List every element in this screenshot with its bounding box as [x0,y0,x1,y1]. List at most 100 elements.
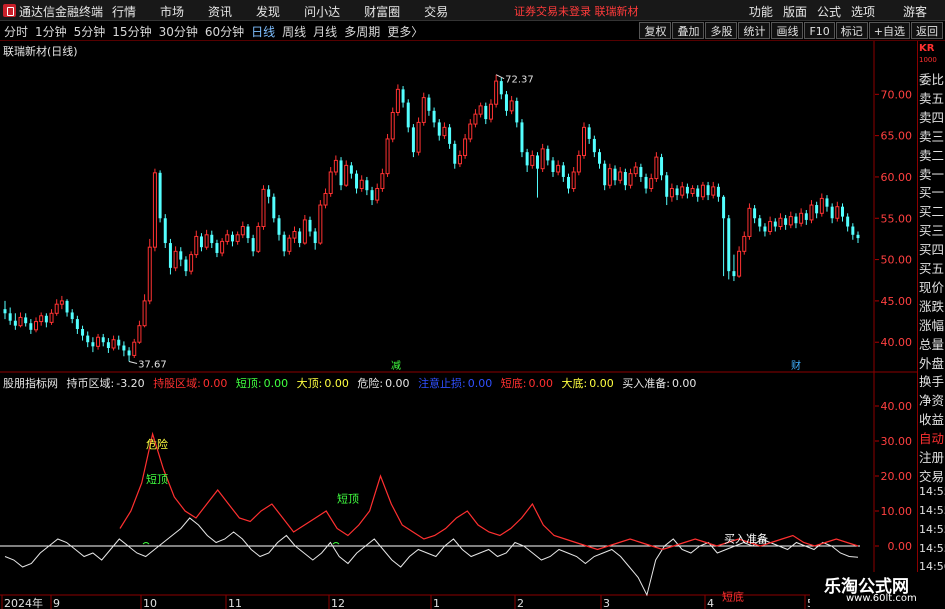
side-item-10[interactable]: 买五 [919,258,945,277]
menu-item-layout[interactable]: 版面 [783,3,807,20]
statistics-button[interactable]: 统计 [738,22,771,39]
candle-body-149 [773,221,777,227]
menu-item-discover[interactable]: 发现 [256,3,280,20]
mark-button[interactable]: 标记 [835,22,868,39]
tab-1min[interactable]: 1分钟 [35,23,67,40]
candle-body-0 [3,309,7,314]
ind-field-4-value: 0.00 [385,377,410,390]
candle-body-164 [851,226,855,235]
candle-body-77 [401,89,405,103]
candle-body-47 [246,226,250,239]
candle-body-33 [173,250,178,269]
side-item-9[interactable]: 买四 [919,239,945,258]
side-item-6[interactable]: 买一 [919,182,945,201]
candle-body-58 [302,219,307,244]
f10-button[interactable]: F10 [804,22,835,39]
side-item-16[interactable]: 换手 [919,371,945,390]
menu-item-wealth[interactable]: 财富圈 [364,3,400,20]
candle-body-29 [152,172,157,248]
side-item-8[interactable]: 买三 [919,220,945,239]
menu-item-options[interactable]: 选项 [851,3,875,20]
candle-body-150 [778,217,783,228]
candle-body-129 [669,188,674,198]
menu-item-market[interactable]: 行情 [112,3,136,20]
xaxis-label-5: 1 [433,597,440,609]
xaxis-label-3: 11 [228,597,242,609]
tab-5min[interactable]: 5分钟 [74,23,106,40]
candle-body-5 [29,323,33,330]
adjust-button[interactable]: 复权 [639,22,672,39]
ind-field-7: 大底: 0.00 [562,377,614,390]
ann-danger: 危险 [146,437,168,451]
candle-body-151 [784,218,788,225]
ann-short-top-2: 短顶 [337,491,359,505]
candle-body-35 [184,259,188,272]
candle-body-11 [59,300,64,305]
candle-body-140 [727,218,731,272]
tab-monthly[interactable]: 月线 [313,23,337,40]
tab-30min[interactable]: 30分钟 [159,23,198,40]
side-item-17[interactable]: 净资 [919,390,945,409]
candle-body-3 [18,316,23,327]
side-item-19[interactable]: 自动 [919,428,945,447]
side-item-14[interactable]: 总量 [919,334,945,353]
candle-body-42 [220,240,225,254]
side-item-22[interactable]: 14:55 [919,485,945,498]
side-item-18[interactable]: 收益 [919,409,945,428]
side-item-11[interactable]: 现价 [919,277,945,296]
candle-body-55 [287,237,292,252]
candle-body-84 [437,122,441,136]
price-tick-label-3: 55.00 [881,212,913,225]
candle-body-126 [654,156,659,180]
menu-item-markets[interactable]: 市场 [160,3,184,20]
side-item-5[interactable]: 卖一 [919,164,945,183]
tab-15min[interactable]: 15分钟 [112,23,151,40]
side-item-15[interactable]: 外盘 [919,353,945,372]
add-watchlist-button[interactable]: +自选 [868,22,910,39]
xaxis-label-6: 2 [517,597,524,609]
side-item-23[interactable]: 14:55 [919,504,945,517]
side-item-3[interactable]: 卖三 [919,126,945,145]
draw-line-button[interactable]: 画线 [771,22,804,39]
side-item-0[interactable]: 委比 [919,69,945,88]
side-item-20[interactable]: 注册 [919,447,945,466]
candle-body-66 [344,164,349,186]
ind-field-4: 危险: 0.00 [357,377,409,390]
kline-chart[interactable]: 40.0045.0050.0055.0060.0065.0070.00-10.0… [0,41,917,609]
menu-item-formula[interactable]: 公式 [817,3,841,20]
side-item-4[interactable]: 卖二 [919,145,945,164]
ind-field-0-label: 持币区域: [66,377,115,390]
multi-stock-button[interactable]: 多股 [705,22,738,39]
guest-user[interactable]: 游客 [903,3,927,20]
tab-daily[interactable]: 日线 [251,23,275,40]
tab-more[interactable]: 更多〉 [387,23,423,40]
side-item-2[interactable]: 卖四 [919,107,945,126]
candle-body-19 [101,337,105,343]
side-item-21[interactable]: 交易 [919,466,945,485]
candle-body-98 [509,100,514,112]
candle-body-53 [277,218,281,235]
ind-field-2-label: 短顶: [235,377,262,390]
menu-item-ask[interactable]: 问小达 [304,3,340,20]
side-item-7[interactable]: 买二 [919,201,945,220]
tab-multi-period[interactable]: 多周期 [344,23,380,40]
side-item-24[interactable]: 14:55 [919,523,945,536]
overlay-button[interactable]: 叠加 [672,22,705,39]
back-button[interactable]: 返回 [911,22,943,39]
menu-item-functions[interactable]: 功能 [749,3,773,20]
side-item-25[interactable]: 14:55 [919,542,945,555]
menu-item-news[interactable]: 资讯 [208,3,232,20]
candle-body-160 [830,206,834,219]
candle-body-107 [556,164,561,173]
candle-body-97 [504,94,508,111]
side-item-13[interactable]: 涨幅 [919,315,945,334]
candle-body-161 [835,206,840,219]
candle-body-30 [158,172,162,219]
tab-weekly[interactable]: 周线 [282,23,306,40]
side-item-12[interactable]: 涨跌 [919,296,945,315]
tab-60min[interactable]: 60分钟 [205,23,244,40]
tab-timeshare[interactable]: 分时 [4,23,28,40]
kr-badge[interactable]: KR 1000 [919,41,945,69]
menu-item-trade[interactable]: 交易 [424,3,448,20]
side-item-1[interactable]: 卖五 [919,88,945,107]
